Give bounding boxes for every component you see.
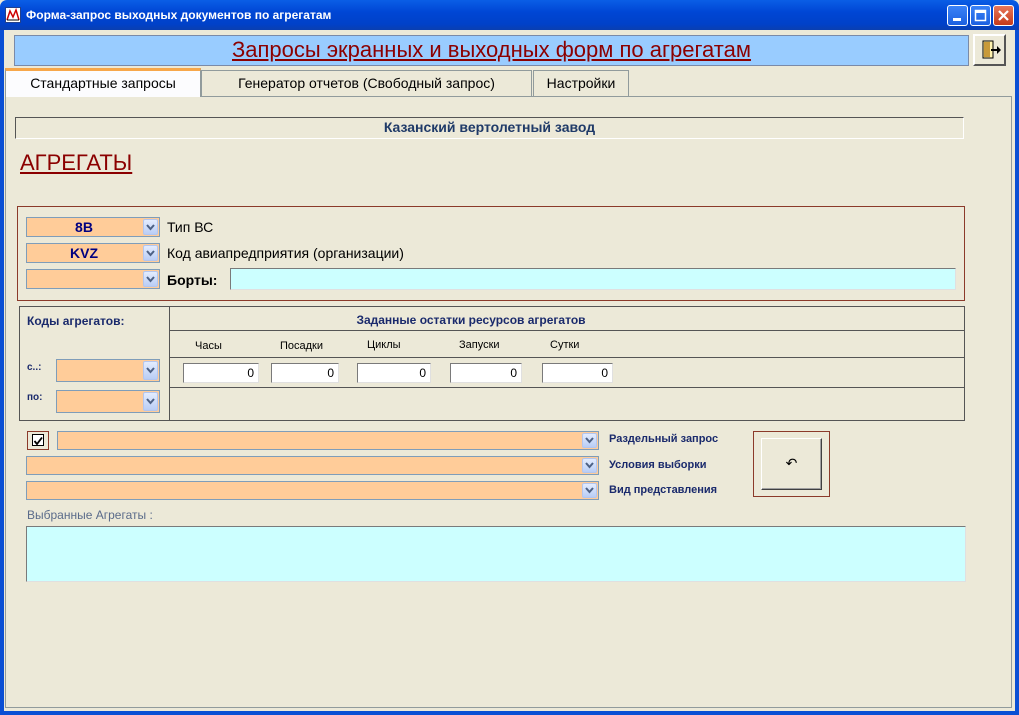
org-code-combo[interactable]: KVZ (26, 243, 160, 263)
resources-divider-bottom (169, 387, 965, 388)
chevron-down-icon[interactable] (143, 392, 158, 411)
separate-query-label: Раздельный запрос (609, 433, 719, 445)
org-code-label: Код авиапредприятия (организации) (167, 245, 404, 261)
chevron-down-icon[interactable] (143, 245, 158, 261)
col-label-cycles: Циклы (367, 339, 401, 351)
minimize-icon (948, 6, 967, 25)
selected-aggregates-label: Выбранные Агрегаты : (27, 508, 153, 522)
codes-from-value (57, 360, 141, 378)
minimize-button[interactable] (947, 5, 968, 26)
aircraft-type-label: Тип ВС (167, 219, 214, 235)
conditions-label: Условия выборки (609, 459, 707, 471)
boards-combo[interactable] (26, 269, 160, 289)
maximize-icon (971, 6, 990, 25)
exit-button[interactable] (973, 34, 1006, 66)
codes-heading: Коды агрегатов: (27, 314, 125, 328)
resources-heading: Заданные остатки ресурсов агрегатов (356, 313, 586, 327)
view-combo[interactable] (26, 481, 599, 500)
separate-query-combo[interactable] (57, 431, 599, 450)
boards-combo-value (27, 270, 141, 288)
org-code-value: KVZ (70, 245, 98, 261)
exit-door-icon (975, 40, 1004, 67)
header-title: Запросы экранных и выходных форм по агре… (232, 37, 751, 62)
close-button[interactable] (993, 5, 1014, 26)
codes-to-combo[interactable] (56, 390, 160, 413)
tab-standard-queries[interactable]: Стандартные запросы (5, 68, 201, 97)
codes-to-value (57, 391, 141, 409)
codes-to-label: по: (27, 392, 43, 403)
chevron-down-icon[interactable] (143, 219, 158, 235)
company-name: Казанский вертолетный завод (383, 119, 596, 135)
conditions-combo[interactable] (26, 456, 599, 475)
col-label-hours: Часы (195, 340, 222, 352)
chevron-down-icon[interactable] (582, 458, 597, 473)
days-input[interactable]: 0 (542, 363, 613, 383)
aircraft-type-value: 8В (75, 219, 93, 235)
section-title: АГРЕГАТЫ (20, 150, 133, 175)
col-label-starts: Запуски (459, 339, 500, 351)
reset-button[interactable]: ↶ (761, 438, 822, 490)
tab-report-generator[interactable]: Генератор отчетов (Свободный запрос) (201, 70, 532, 96)
chevron-down-icon[interactable] (582, 433, 597, 448)
tab-settings[interactable]: Настройки (533, 70, 629, 96)
chevron-down-icon[interactable] (143, 271, 158, 287)
maximize-button[interactable] (970, 5, 991, 26)
separate-query-checkbox[interactable] (32, 434, 44, 446)
boards-input[interactable] (230, 268, 956, 290)
undo-icon: ↶ (785, 456, 798, 472)
codes-from-label: с..: (27, 362, 42, 373)
separate-query-value (58, 432, 580, 450)
aircraft-type-combo[interactable]: 8В (26, 217, 160, 237)
resources-divider-middle (169, 357, 965, 358)
conditions-value (27, 457, 580, 475)
view-value (27, 482, 580, 500)
app-icon (5, 7, 21, 23)
close-icon (994, 6, 1013, 25)
chevron-down-icon[interactable] (143, 361, 158, 380)
chevron-down-icon[interactable] (582, 483, 597, 498)
window-title: Форма-запрос выходных документов по агре… (26, 8, 332, 22)
codes-from-combo[interactable] (56, 359, 160, 382)
window-frame-right (1015, 30, 1019, 715)
starts-input[interactable]: 0 (450, 363, 522, 383)
cycles-input[interactable]: 0 (357, 363, 431, 383)
window-frame-left (0, 30, 4, 715)
col-label-landings: Посадки (280, 340, 324, 352)
landings-input[interactable]: 0 (271, 363, 339, 383)
resources-divider-top (169, 330, 965, 331)
view-label: Вид представления (609, 484, 718, 496)
window-frame-bottom (0, 711, 1019, 715)
hours-input[interactable]: 0 (183, 363, 259, 383)
boards-label: Борты: (167, 272, 218, 288)
col-label-days: Сутки (550, 339, 580, 351)
selected-aggregates-field[interactable] (26, 526, 966, 582)
